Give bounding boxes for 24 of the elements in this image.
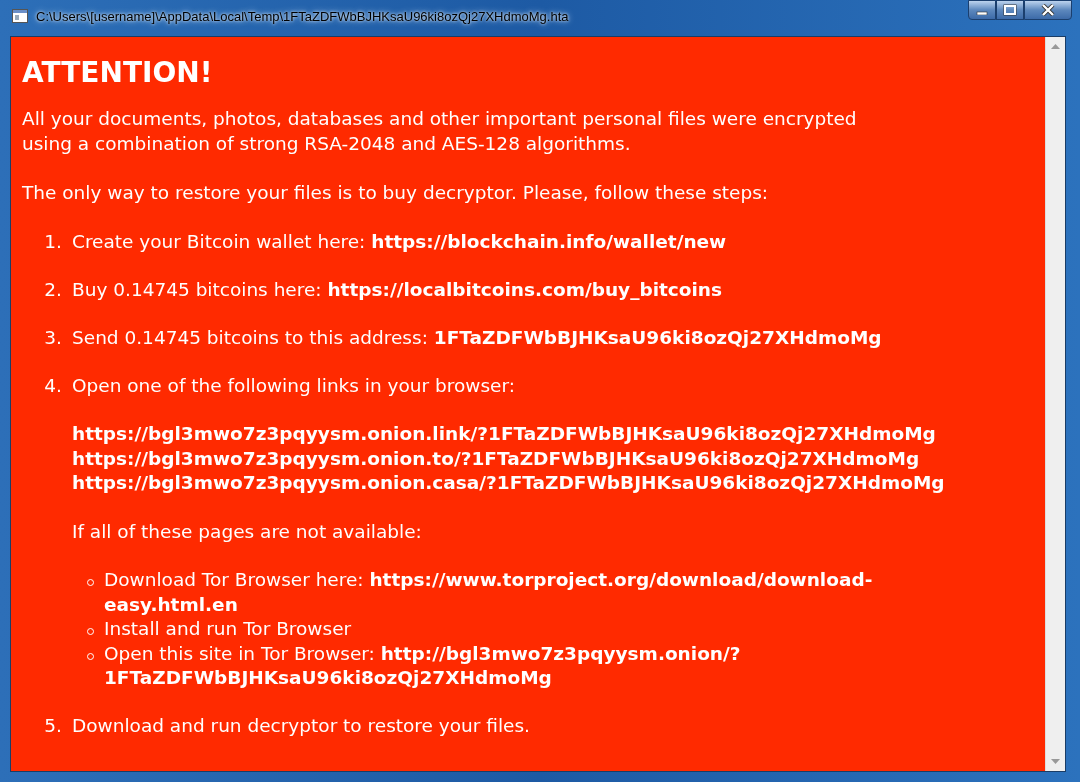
step-number: 3. [43, 325, 63, 350]
close-icon [1041, 4, 1055, 16]
paragraph: All your documents, photos, databases and other important personal files were encrypted using a combination of strong RSA-2048 and AES-128 algorithms. [22, 107, 858, 156]
heading: ATTENTION! [22, 57, 214, 89]
step-text: Create your Bitcoin wallet here: https://blockchain.info/wallet/new [72, 229, 727, 254]
window-title: C:\Users\[username]\AppData\Local\Temp\1FTaZDFWbBJHKsaU96ki8ozQj27XHdmoMg.hta [36, 8, 569, 24]
maximize-button[interactable] [996, 0, 1024, 20]
step-text: Buy 0.14745 bitcoins here: https://localbitcoins.com/buy_bitcoins [72, 277, 723, 302]
step-number: 5. [43, 714, 63, 738]
maximize-icon [1003, 4, 1017, 16]
close-button[interactable] [1024, 0, 1072, 20]
window-icon [12, 9, 28, 23]
minimize-button[interactable] [968, 0, 996, 20]
bullet-text: Install and run Tor Browser [104, 617, 353, 641]
bullet-text: Download Tor Browser here: https://www.torproject.org/download/download-easy.html.en [104, 568, 874, 617]
note-text: If all of these pages are not available: [72, 519, 423, 544]
step-number: 1. [43, 229, 63, 254]
step-text: Open one of the following links in your browser: [72, 373, 515, 398]
bullet-text: Open this site in Tor Browser: http://bgl3mwo7z3pqyysm.onion/?1FTaZDFWbBJHKsaU96ki8ozQj27XHdmoMg [104, 641, 742, 690]
step-number: 4. [43, 373, 63, 398]
step-text: Download and run decryptor to restore your files. [72, 714, 530, 738]
step-number: 2. [43, 277, 63, 302]
paragraph: The only way to restore your files is to buy decryptor. Please, follow these steps: [22, 180, 770, 205]
step-text: Send 0.14745 bitcoins to this address: 1FTaZDFWbBJHKsaU96ki8ozQj27XHdmoMg [72, 325, 882, 350]
